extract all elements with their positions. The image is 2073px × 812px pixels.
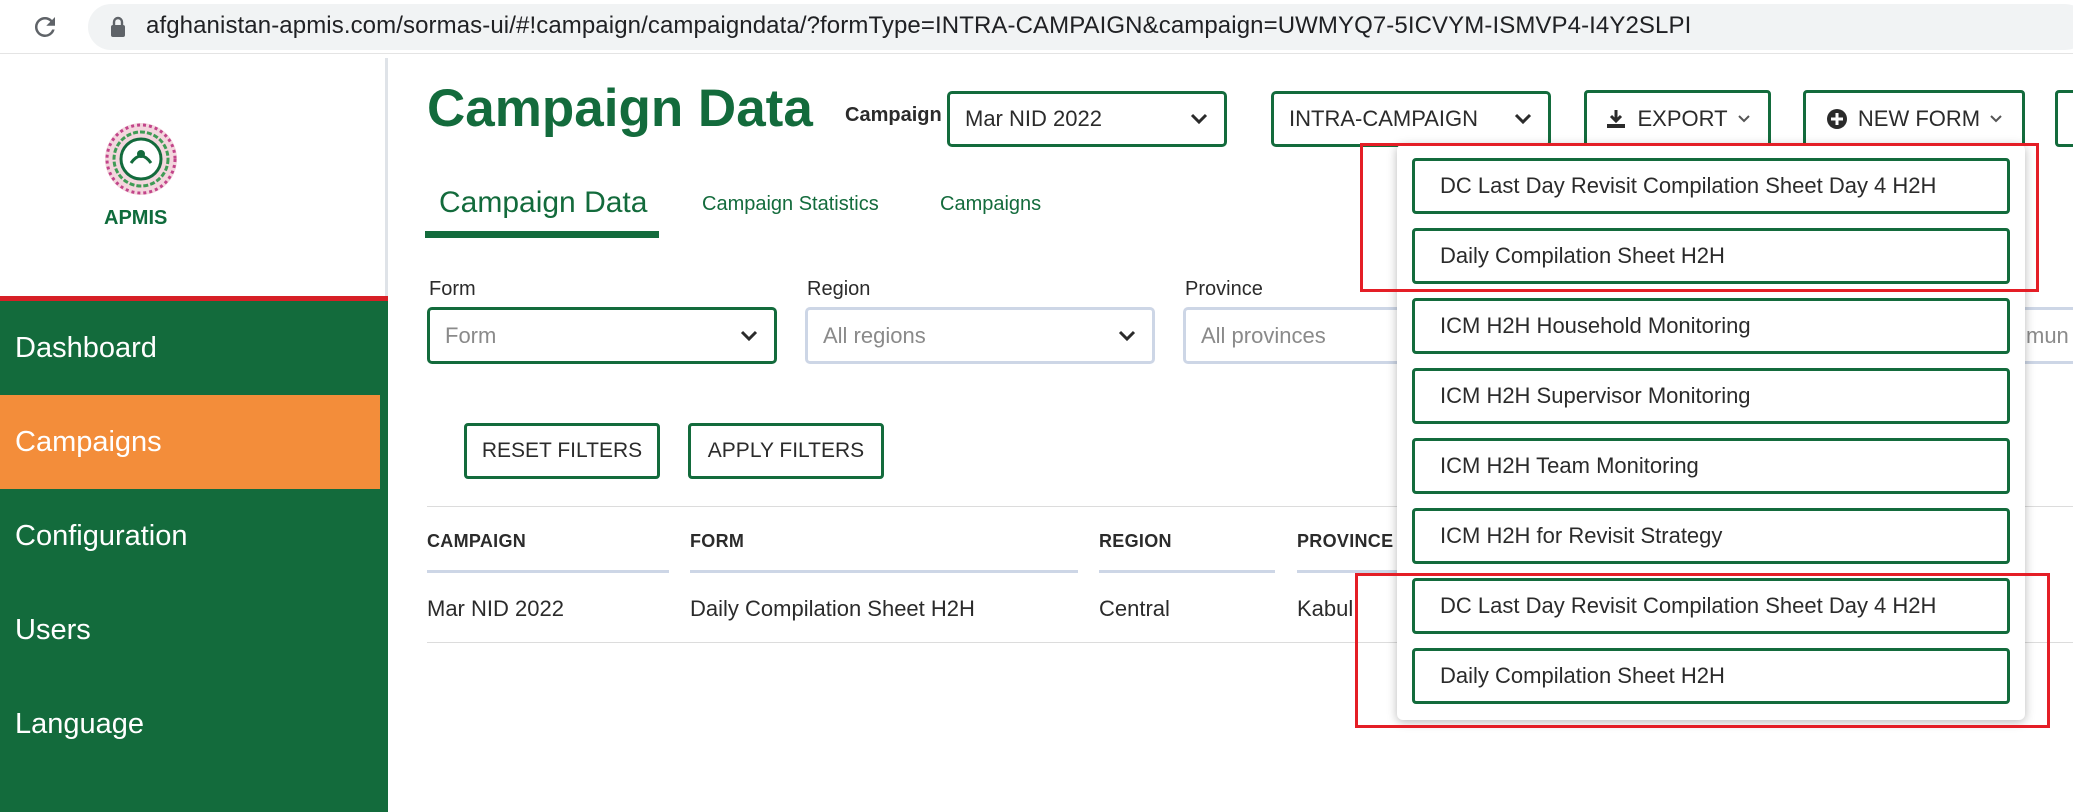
region-filter-placeholder: All regions	[823, 322, 926, 348]
new-form-menu-item[interactable]: ICM H2H Supervisor Monitoring	[1412, 368, 2010, 424]
campaign-label: Campaign	[845, 104, 942, 126]
region-filter-label: Region	[807, 278, 871, 300]
highlight-box	[1360, 143, 2039, 292]
logo-text: APMIS	[104, 207, 168, 229]
new-form-button[interactable]: NEW FORM	[1803, 90, 2025, 147]
table-header-underline	[690, 570, 1078, 573]
table-header-form[interactable]: FORM	[690, 531, 744, 552]
plus-circle-icon	[1826, 108, 1847, 129]
apply-filters-button[interactable]: APPLY FILTERS	[688, 423, 884, 479]
highlight-box	[1355, 573, 2050, 728]
new-form-button-label: NEW FORM	[1857, 105, 1981, 131]
sidebar-item-dashboard[interactable]: Dashboard	[0, 301, 380, 395]
browser-address-bar: afghanistan-apmis.com/sormas-ui/#!campai…	[0, 0, 2073, 54]
sidebar-menu: Dashboard Campaigns Configuration Users …	[0, 301, 388, 812]
chevron-down-icon	[740, 330, 758, 341]
province-filter-placeholder: All provinces	[1201, 322, 1326, 348]
table-cell-form: Daily Compilation Sheet H2H	[690, 596, 975, 621]
chevron-down-icon	[1737, 114, 1750, 122]
download-icon	[1607, 109, 1626, 128]
table-cell-campaign: Mar NID 2022	[427, 596, 564, 621]
sidebar: APMIS Dashboard Campaigns Configuration …	[0, 58, 388, 812]
form-filter-label: Form	[429, 278, 476, 300]
table-header-province[interactable]: PROVINCE	[1297, 531, 1393, 552]
sidebar-item-configuration[interactable]: Configuration	[0, 489, 380, 583]
apply-filters-label: APPLY FILTERS	[707, 439, 865, 462]
reset-filters-button[interactable]: RESET FILTERS	[464, 423, 660, 479]
logo-area: APMIS	[0, 58, 388, 298]
apmis-logo-icon	[105, 123, 177, 195]
tab-campaign-data[interactable]: Campaign Data	[439, 186, 647, 220]
reset-filters-label: RESET FILTERS	[481, 439, 643, 462]
sidebar-item-campaigns[interactable]: Campaigns	[0, 395, 380, 489]
form-filter-select[interactable]: Form	[427, 307, 777, 364]
table-header-campaign[interactable]: CAMPAIGN	[427, 531, 526, 552]
table-header-region[interactable]: REGION	[1099, 531, 1172, 552]
campaign-select-value: Mar NID 2022	[965, 106, 1102, 131]
tab-campaign-statistics[interactable]: Campaign Statistics	[702, 193, 879, 216]
app-root: afghanistan-apmis.com/sormas-ui/#!campai…	[0, 0, 2073, 812]
table-header-underline	[1099, 570, 1275, 573]
campaign-select[interactable]: Mar NID 2022	[947, 91, 1227, 147]
page-title: Campaign Data	[427, 79, 813, 138]
chevron-down-icon	[1990, 114, 2002, 122]
lock-icon[interactable]	[108, 16, 128, 38]
url-text[interactable]: afghanistan-apmis.com/sormas-ui/#!campai…	[146, 12, 1691, 40]
table-header-underline	[427, 570, 669, 573]
sidebar-item-users[interactable]: Users	[0, 583, 380, 677]
more-button[interactable]	[2055, 90, 2073, 147]
region-filter-select[interactable]: All regions	[805, 307, 1155, 364]
reload-icon[interactable]	[30, 12, 60, 42]
new-form-menu-item[interactable]: ICM H2H Household Monitoring	[1412, 298, 2010, 354]
chevron-down-icon	[1118, 330, 1136, 341]
export-button[interactable]: EXPORT	[1584, 90, 1771, 147]
tab-campaigns[interactable]: Campaigns	[940, 193, 1041, 216]
export-button-label: EXPORT	[1637, 105, 1728, 131]
form-type-select[interactable]: INTRA-CAMPAIGN	[1271, 91, 1551, 147]
sidebar-item-language[interactable]: Language	[0, 677, 380, 771]
new-form-menu-item[interactable]: ICM H2H for Revisit Strategy	[1412, 508, 2010, 564]
form-type-select-value: INTRA-CAMPAIGN	[1289, 106, 1479, 131]
form-filter-placeholder: Form	[445, 322, 497, 348]
new-form-menu-item[interactable]: ICM H2H Team Monitoring	[1412, 438, 2010, 494]
table-cell-province: Kabul	[1297, 596, 1354, 621]
province-filter-label: Province	[1185, 278, 1263, 300]
tab-active-indicator	[425, 231, 659, 238]
chevron-down-icon	[1190, 113, 1208, 125]
chevron-down-icon	[1514, 113, 1532, 125]
table-cell-region: Central	[1099, 596, 1170, 621]
